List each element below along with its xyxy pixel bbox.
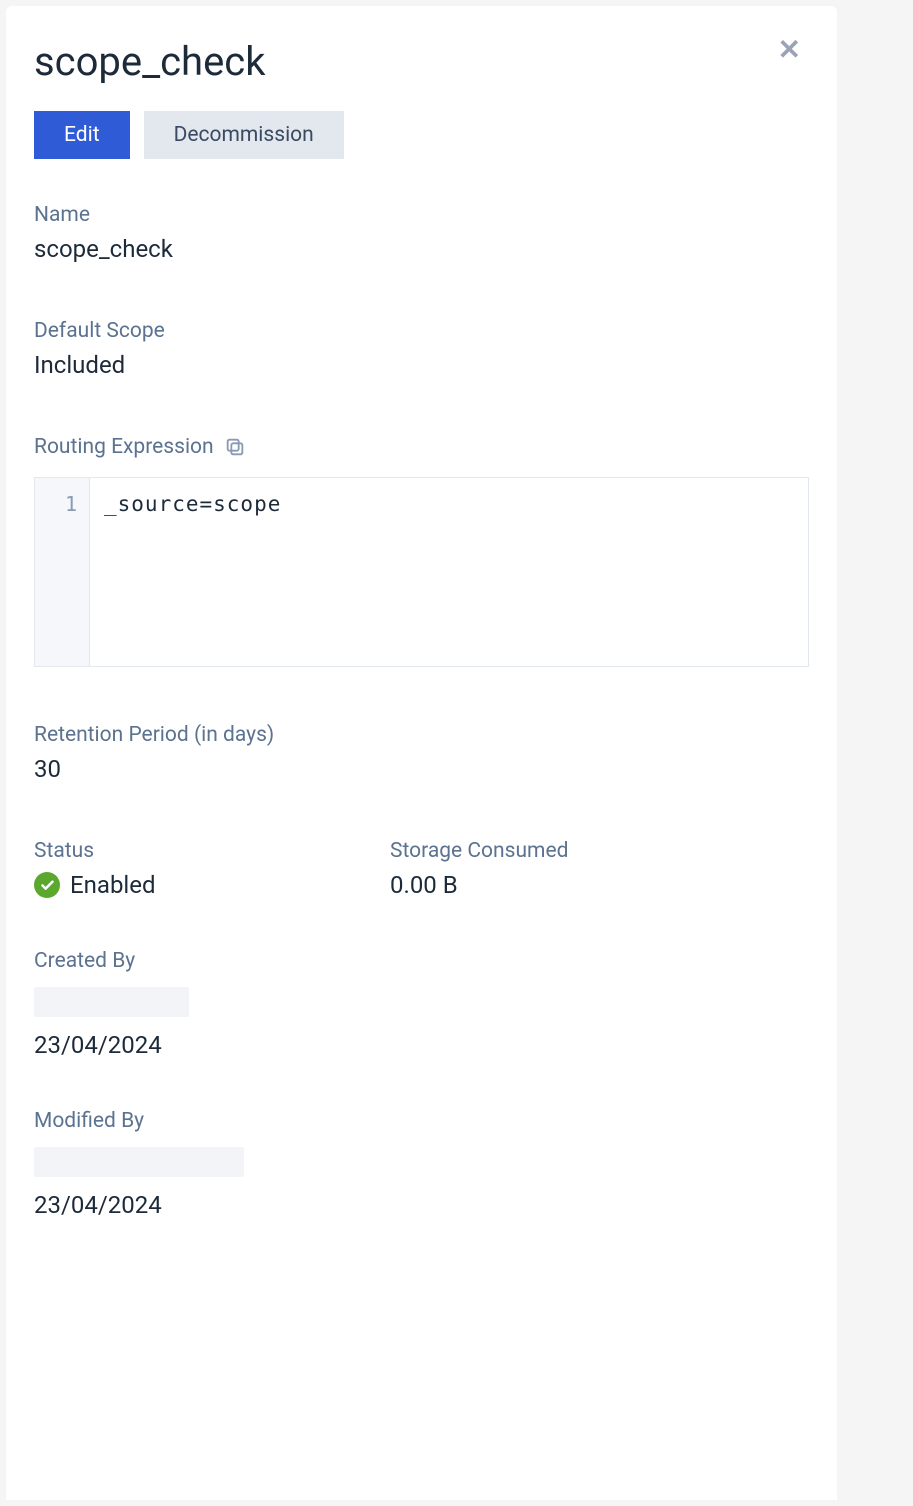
default-scope-value: Included [34, 351, 809, 379]
routing-expression-code[interactable]: _source=scope [90, 478, 808, 666]
storage-consumed-label: Storage Consumed [390, 839, 746, 863]
default-scope-label: Default Scope [34, 319, 809, 343]
created-by-label: Created By [34, 949, 809, 973]
close-icon[interactable]: ✕ [778, 36, 801, 64]
created-by-date: 23/04/2024 [34, 1031, 809, 1059]
action-button-row: Edit Decommission [34, 111, 809, 159]
routing-expression-code-block: 1 _source=scope [34, 477, 809, 667]
routing-expression-label: Routing Expression [34, 435, 214, 459]
modified-by-user [34, 1147, 244, 1177]
retention-period-value: 30 [34, 755, 809, 783]
check-circle-icon [34, 872, 60, 898]
detail-panel: ✕ scope_check Edit Decommission Name sco… [6, 6, 837, 1500]
name-value: scope_check [34, 235, 809, 263]
status-value: Enabled [70, 871, 156, 899]
created-by-field: Created By 23/04/2024 [34, 949, 809, 1059]
storage-consumed-value: 0.00 B [390, 871, 746, 899]
decommission-button[interactable]: Decommission [144, 111, 344, 159]
routing-expression-field: Routing Expression 1 _source=scope [34, 435, 809, 667]
status-field: Status Enabled [34, 839, 390, 899]
retention-period-label: Retention Period (in days) [34, 723, 809, 747]
storage-consumed-field: Storage Consumed 0.00 B [390, 839, 746, 899]
name-label: Name [34, 203, 809, 227]
panel-title: scope_check [34, 38, 809, 85]
name-field: Name scope_check [34, 203, 809, 263]
status-label: Status [34, 839, 390, 863]
code-line-number: 1 [35, 478, 90, 666]
retention-period-field: Retention Period (in days) 30 [34, 723, 809, 783]
default-scope-field: Default Scope Included [34, 319, 809, 379]
modified-by-date: 23/04/2024 [34, 1191, 809, 1219]
modified-by-label: Modified By [34, 1109, 809, 1133]
copy-icon[interactable] [224, 436, 246, 458]
edit-button[interactable]: Edit [34, 111, 130, 159]
created-by-user [34, 987, 189, 1017]
modified-by-field: Modified By 23/04/2024 [34, 1109, 809, 1219]
